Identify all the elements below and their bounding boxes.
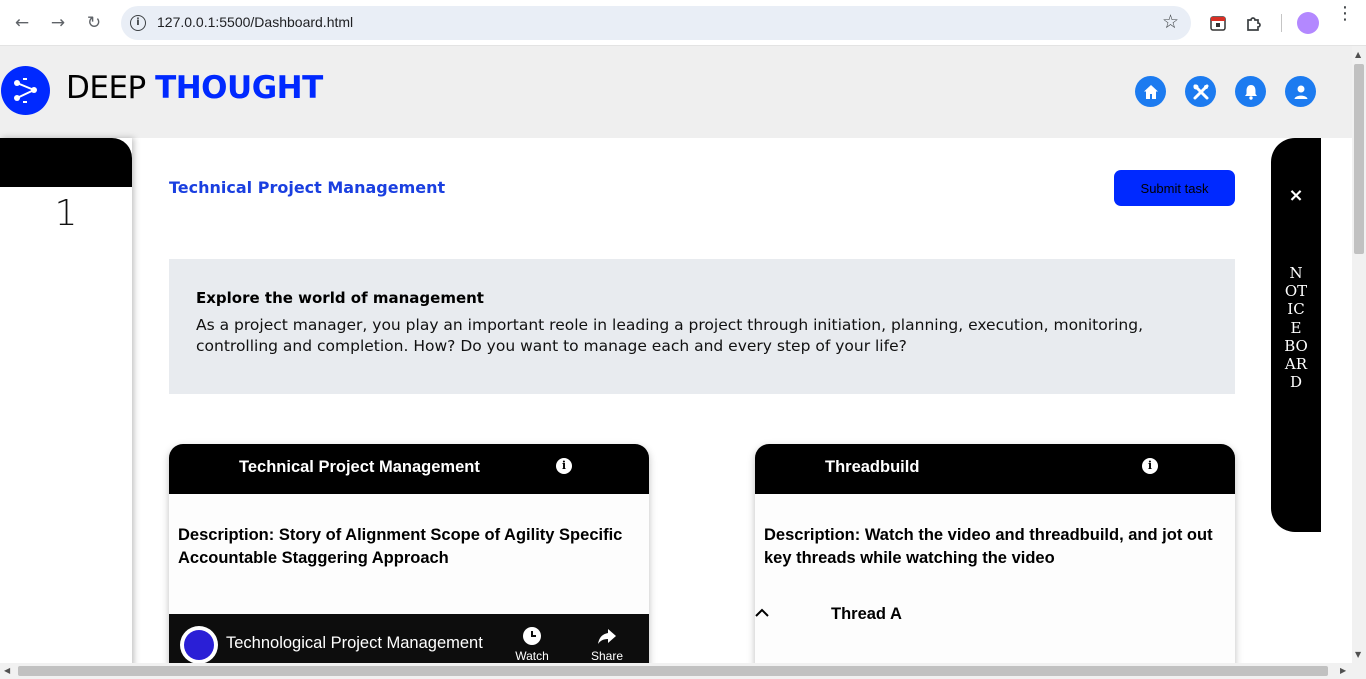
extension-red-icon[interactable] [1206,11,1230,35]
card-title: Technical Project Management [239,458,480,476]
thread-row[interactable]: Thread A [755,602,1235,632]
profile-avatar[interactable] [1297,12,1319,34]
url-text[interactable]: 127.0.0.1:5500/Dashboard.html [157,14,353,30]
card-threadbuild: Threadbuild i Description: Watch the vid… [755,444,1235,674]
back-icon[interactable]: ← [11,12,33,34]
scroll-down-icon[interactable]: ▼ [1355,650,1361,659]
card-header: Technical Project Management i [169,444,649,494]
browser-menu-icon[interactable]: ⋮ [1336,5,1354,23]
user-icon[interactable] [1285,76,1316,107]
logo-icon [1,66,50,115]
brand-name-light: DEEP [66,70,156,106]
video-title[interactable]: Technological Project Management [226,634,483,653]
bookmark-star-icon[interactable]: ☆ [1162,11,1179,33]
channel-logo-icon[interactable] [180,626,218,664]
vertical-scroll-thumb[interactable] [1354,64,1364,254]
description-label: Description: [764,526,861,544]
vertical-scrollbar[interactable]: ▲ ▼ [1352,46,1366,663]
forward-icon[interactable]: → [47,12,69,34]
task-list-panel: 1 [0,138,132,668]
horizontal-scroll-thumb[interactable] [18,666,1328,676]
site-info-icon[interactable]: i [130,15,146,31]
brand-name: DEEP THOUGHT [66,70,323,106]
browser-toolbar: ← → ↻ i 127.0.0.1:5500/Dashboard.html ☆ … [0,0,1366,46]
card-description: Description: Story of Alignment Scope of… [178,524,638,570]
brand-name-bold: THOUGHT [155,70,323,106]
address-bar[interactable]: i 127.0.0.1:5500/Dashboard.html ☆ [121,6,1191,40]
thread-label: Thread A [831,605,902,623]
page-title: Technical Project Management [169,178,446,197]
toolbar-separator [1281,14,1282,32]
card-title: Threadbuild [825,458,920,476]
bell-icon[interactable] [1235,76,1266,107]
submit-task-button[interactable]: Submit task [1114,170,1235,206]
share-button[interactable]: Share [577,626,637,663]
description-label: Description: [178,526,275,544]
scroll-right-icon[interactable]: ▶ [1340,666,1346,675]
task-list-header [0,138,132,187]
horizontal-scrollbar[interactable]: ◀ ▶ [0,663,1366,679]
intro-heading: Explore the world of management [196,289,484,307]
home-icon[interactable] [1135,76,1166,107]
reload-icon[interactable]: ↻ [83,12,105,34]
clock-icon [523,627,541,645]
card-description: Description: Watch the video and threadb… [764,524,1224,570]
share-label: Share [590,649,624,663]
info-icon[interactable]: i [556,458,572,474]
card-header: Threadbuild i [755,444,1235,494]
tools-icon[interactable] [1185,76,1216,107]
close-icon[interactable]: × [1286,185,1306,206]
chevron-up-icon[interactable] [755,606,769,620]
notice-board-backdrop [1321,138,1352,532]
extensions-puzzle-icon[interactable] [1243,11,1267,35]
scroll-left-icon[interactable]: ◀ [4,666,10,675]
share-icon [598,629,616,644]
task-number[interactable]: 1 [0,193,132,234]
card-technical-project-management: Technical Project Management i Descripti… [169,444,649,677]
app-header: DEEP THOUGHT [0,46,1352,138]
intro-text: As a project manager, you play an import… [196,316,1144,355]
scroll-up-icon[interactable]: ▲ [1355,50,1361,59]
notice-board-label: NOTICE BOARD [1284,264,1308,392]
info-icon[interactable]: i [1142,458,1158,474]
intro-box: Explore the world of management As a pro… [169,259,1235,394]
